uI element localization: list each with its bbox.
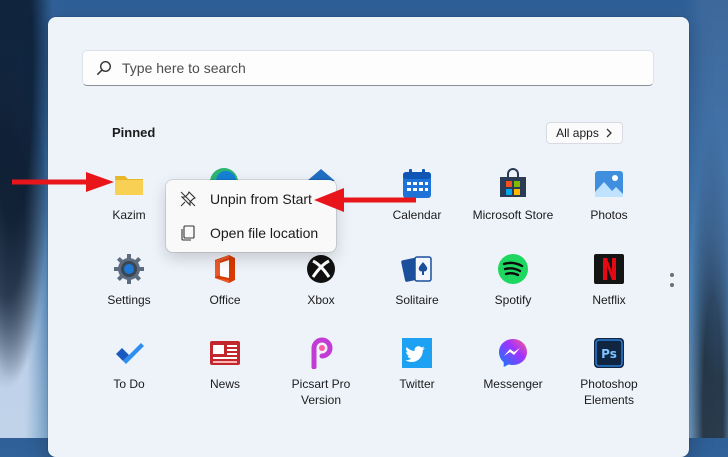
app-label: News: [209, 377, 240, 391]
app-twitter[interactable]: Twitter: [369, 337, 465, 392]
file-location-icon: [180, 225, 196, 241]
spotify-icon: [498, 254, 528, 284]
app-label: Photos: [590, 208, 628, 222]
messenger-icon: [499, 339, 527, 367]
page-dot[interactable]: [670, 283, 674, 287]
app-label: Xbox: [307, 293, 335, 307]
app-to-do[interactable]: To Do: [81, 337, 177, 392]
app-news[interactable]: News: [177, 337, 273, 392]
annotation-arrow-left: [12, 172, 114, 192]
app-label: Picsart Pro Version: [291, 377, 351, 407]
app-label: Settings: [107, 293, 151, 307]
context-menu-item-open-file-location[interactable]: Open file location: [170, 218, 332, 248]
search-input[interactable]: Type here to search: [122, 60, 246, 76]
store-icon: [500, 168, 526, 197]
unpin-icon: [180, 191, 196, 207]
office-icon: [215, 255, 235, 283]
app-netflix[interactable]: Netflix: [561, 253, 657, 308]
pinned-heading: Pinned: [112, 125, 156, 140]
app-messenger[interactable]: Messenger: [465, 337, 561, 392]
app-label: Twitter: [399, 377, 435, 391]
all-apps-label: All apps: [556, 126, 599, 140]
photos-icon: [595, 171, 623, 197]
app-label: Netflix: [592, 293, 626, 307]
photoshop-icon: Ps: [594, 338, 624, 368]
app-label: Messenger: [483, 377, 543, 391]
app-label: Microsoft Store: [472, 208, 554, 222]
app-photoshop-elements[interactable]: Ps Photoshop Elements: [561, 337, 657, 408]
twitter-icon: [402, 338, 432, 368]
solitaire-icon: [401, 256, 432, 282]
news-icon: [210, 341, 240, 365]
mail-icon: [307, 169, 335, 181]
svg-text:Ps: Ps: [601, 347, 617, 361]
all-apps-button[interactable]: All apps: [546, 122, 623, 144]
app-photos[interactable]: Photos: [561, 168, 657, 223]
folder-icon: [115, 176, 143, 195]
picsart-icon: [311, 337, 333, 369]
app-label: To Do: [113, 377, 145, 391]
todo-icon: [116, 343, 144, 364]
xbox-icon: [307, 255, 335, 283]
app-label: Solitaire: [395, 293, 439, 307]
netflix-icon: [594, 254, 624, 284]
settings-icon: [114, 254, 144, 284]
chevron-right-icon: [606, 128, 612, 138]
app-label: Office: [209, 293, 241, 307]
app-microsoft-store[interactable]: Microsoft Store: [465, 168, 561, 223]
app-xbox[interactable]: Xbox: [273, 253, 369, 308]
context-menu-item-unpin[interactable]: Unpin from Start: [170, 184, 332, 214]
context-menu-label: Open file location: [210, 225, 319, 241]
app-spotify[interactable]: Spotify: [465, 253, 561, 308]
app-label: Photoshop Elements: [580, 377, 638, 407]
app-picsart-pro-version[interactable]: Picsart Pro Version: [273, 337, 369, 408]
page-dot[interactable]: [670, 273, 674, 277]
app-label: Spotify: [494, 293, 532, 307]
app-settings[interactable]: Settings: [81, 253, 177, 308]
annotation-arrow-right: [314, 188, 416, 212]
context-menu: Unpin from Start Open file location: [166, 180, 336, 252]
context-menu-label: Unpin from Start: [210, 191, 312, 207]
app-office[interactable]: Office: [177, 253, 273, 308]
search-box[interactable]: Type here to search: [82, 50, 654, 86]
search-icon: [96, 60, 112, 76]
app-solitaire[interactable]: Solitaire: [369, 253, 465, 308]
app-label: Kazim: [112, 208, 146, 222]
page-indicator[interactable]: [670, 273, 674, 293]
